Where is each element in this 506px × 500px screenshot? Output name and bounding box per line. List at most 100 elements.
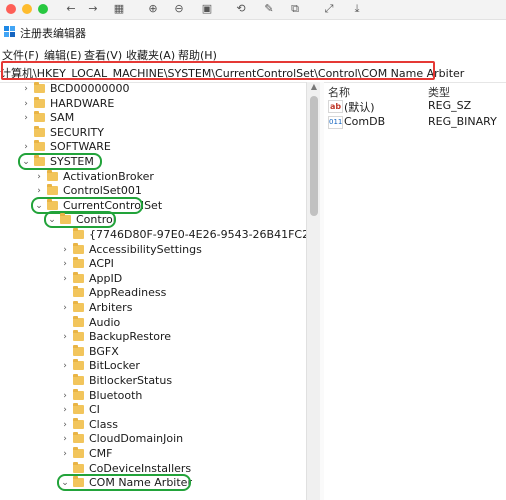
scrollbar-thumb[interactable] <box>310 96 318 216</box>
tree-item[interactable]: › ACPI <box>0 257 306 271</box>
window-title: 注册表编辑器 <box>20 27 86 40</box>
highlight-ring <box>44 211 116 229</box>
tree-item[interactable]: AppReadiness <box>0 286 306 300</box>
tree-item[interactable]: › SAM <box>0 111 306 125</box>
tree-item[interactable]: › HARDWARE <box>0 96 306 111</box>
collapsed-chevron-icon[interactable] <box>21 126 31 140</box>
tree-item[interactable]: › Class <box>0 417 306 432</box>
tree-item[interactable]: BGFX <box>0 344 306 359</box>
collapsed-chevron-icon[interactable]: › <box>60 272 70 286</box>
value-row[interactable]: 011 ComDB REG_BINARY <box>326 115 504 129</box>
highlight-ring <box>57 474 191 492</box>
collapsed-chevron-icon[interactable]: › <box>21 97 31 111</box>
tree-item-label: BackupRestore <box>89 330 172 344</box>
tree-item[interactable]: › Arbiters <box>0 301 306 315</box>
column-header-type[interactable]: 类型 <box>428 84 450 100</box>
value-type: REG_SZ <box>428 99 472 112</box>
download-icon[interactable]: ⤓ <box>348 1 366 17</box>
minimize-window-dot[interactable] <box>22 4 32 14</box>
zoom-in-icon[interactable]: ⊕ <box>144 1 162 17</box>
zoom-out-icon[interactable]: ⊖ <box>170 1 188 17</box>
tree-item[interactable]: › CloudDomainJoin <box>0 432 306 446</box>
tree-item[interactable]: › BCD00000000 <box>0 82 306 96</box>
tree-item-label: CMF <box>89 447 113 460</box>
tree-item-label: HARDWARE <box>50 96 115 110</box>
fullscreen-icon[interactable]: ⤢ <box>320 1 338 17</box>
collapsed-chevron-icon[interactable] <box>60 286 70 300</box>
copy-icon[interactable]: ⧉ <box>286 1 304 17</box>
tree-item-label: ACPI <box>89 257 114 271</box>
folder-icon <box>34 140 45 152</box>
column-header-name[interactable]: 名称 <box>328 84 350 100</box>
collapsed-chevron-icon[interactable]: › <box>34 170 44 184</box>
collapsed-chevron-icon[interactable]: › <box>60 301 70 315</box>
tree-item[interactable]: › BitLocker <box>0 359 306 373</box>
collapsed-chevron-icon[interactable]: › <box>60 330 70 344</box>
registry-editor-icon <box>4 26 15 37</box>
folder-icon <box>73 344 84 356</box>
collapsed-chevron-icon[interactable]: › <box>21 82 31 96</box>
tree-item-label: SAM <box>50 111 75 125</box>
folder-icon <box>73 242 84 254</box>
tree-item-label: AccessibilitySettings <box>89 242 202 256</box>
collapsed-chevron-icon[interactable]: › <box>60 389 70 403</box>
tree-item-label: CloudDomainJoin <box>89 432 184 446</box>
binary-value-icon: 011 <box>328 116 343 129</box>
folder-icon <box>73 301 84 312</box>
folder-icon <box>73 330 84 342</box>
collapsed-chevron-icon[interactable]: › <box>60 418 70 432</box>
fit-icon[interactable]: ▣ <box>198 1 216 17</box>
tree-item[interactable]: › Bluetooth <box>0 388 306 403</box>
folder-icon <box>34 82 45 93</box>
highlight-ring <box>18 153 102 170</box>
back-icon[interactable]: ← <box>62 1 80 17</box>
tree-item[interactable]: › AppID <box>0 271 306 286</box>
tree-item-label: ActivationBroker <box>63 169 154 183</box>
value-row[interactable]: ab (默认) REG_SZ <box>326 99 504 114</box>
collapsed-chevron-icon[interactable]: › <box>60 243 70 257</box>
tree-item[interactable]: › AccessibilitySettings <box>0 242 306 257</box>
folder-icon <box>73 403 84 415</box>
edit-icon[interactable]: ✎ <box>260 1 278 17</box>
collapsed-chevron-icon[interactable]: › <box>60 447 70 461</box>
rotate-icon[interactable]: ⟲ <box>232 1 250 17</box>
tree-item[interactable]: › CMF <box>0 447 306 461</box>
values-pane: 名称 类型 ab (默认) REG_SZ 011 ComDB REG_BINAR… <box>324 82 506 500</box>
tree-item[interactable]: Audio <box>0 315 306 330</box>
tree-item[interactable]: BitlockerStatus <box>0 374 306 388</box>
image-viewer-toolbar: ← → ▦ ⊕ ⊖ ▣ ⟲ ✎ ⧉ ⤢ ⤓ <box>0 0 506 20</box>
collapsed-chevron-icon[interactable]: › <box>60 403 70 417</box>
tree-item-label: Arbiters <box>89 301 133 314</box>
tree-item[interactable]: › CI <box>0 403 306 417</box>
folder-icon <box>73 271 84 283</box>
tree-vertical-scrollbar[interactable]: ▲ <box>306 82 321 500</box>
address-highlight-box <box>1 61 435 80</box>
folder-icon <box>47 169 58 181</box>
tree-item-label: Bluetooth <box>89 388 143 402</box>
forward-icon[interactable]: → <box>84 1 102 17</box>
tree-item-label: BCD00000000 <box>50 82 130 95</box>
collapsed-chevron-icon[interactable] <box>60 374 70 388</box>
folder-icon <box>73 447 84 458</box>
folder-icon <box>73 228 84 239</box>
collapsed-chevron-icon[interactable]: › <box>60 432 70 446</box>
collapsed-chevron-icon[interactable] <box>60 345 70 359</box>
scroll-up-icon[interactable]: ▲ <box>307 82 321 94</box>
folder-icon <box>73 359 84 371</box>
folder-icon <box>73 257 84 269</box>
tree-item[interactable]: › ActivationBroker <box>0 169 306 184</box>
collapsed-chevron-icon[interactable]: › <box>21 111 31 125</box>
collapsed-chevron-icon[interactable]: › <box>60 257 70 271</box>
collapsed-chevron-icon[interactable] <box>60 228 70 242</box>
tree-item[interactable]: SECURITY <box>0 125 306 140</box>
tree-item[interactable]: {7746D80F-97E0-4E26-9543-26B41FC22F79} <box>0 228 306 242</box>
maximize-window-dot[interactable] <box>38 4 48 14</box>
close-window-dot[interactable] <box>6 4 16 14</box>
grid-icon[interactable]: ▦ <box>110 1 128 17</box>
tree-item-label: AppReadiness <box>89 286 167 300</box>
tree-item[interactable]: › BackupRestore <box>0 330 306 344</box>
collapsed-chevron-icon[interactable] <box>60 316 70 330</box>
tree-item-label: {7746D80F-97E0-4E26-9543-26B41FC22F79} <box>89 228 306 241</box>
collapsed-chevron-icon[interactable]: › <box>60 359 70 373</box>
folder-icon <box>47 184 58 196</box>
